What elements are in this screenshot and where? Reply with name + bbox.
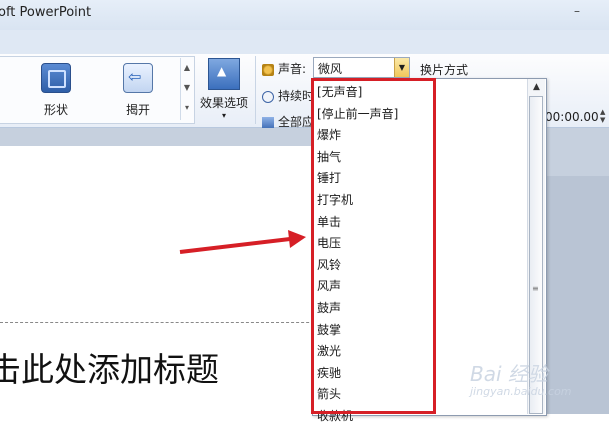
watermark: Bai 经验 jingyan.baidu.com (470, 358, 572, 398)
watermark-brand: Bai 经验 (470, 362, 548, 386)
pointer-arrow (179, 230, 306, 254)
watermark-url: jingyan.baidu.com (470, 385, 572, 398)
